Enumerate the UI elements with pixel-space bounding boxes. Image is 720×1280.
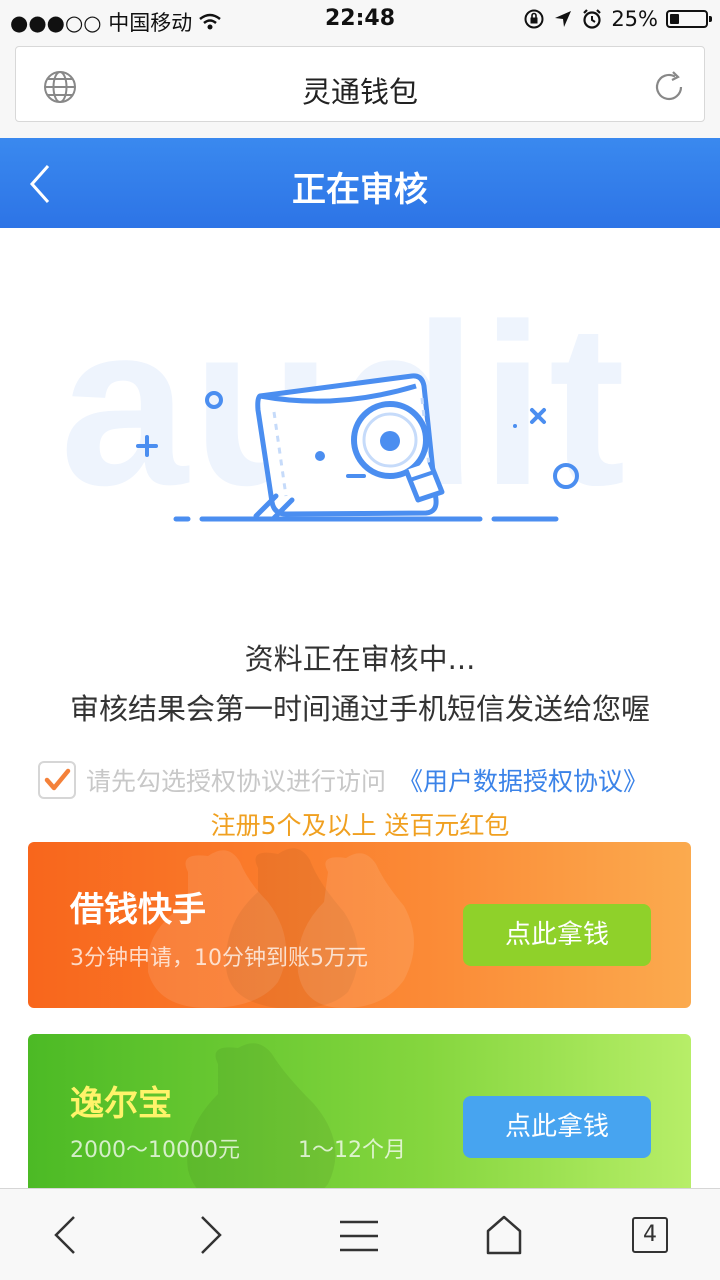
address-field[interactable]: 灵通钱包 bbox=[15, 46, 705, 122]
browser-bar: 灵通钱包 bbox=[0, 40, 720, 138]
battery-fill bbox=[670, 14, 679, 24]
rotation-lock-icon bbox=[524, 9, 544, 29]
audit-illustration: audit bbox=[60, 290, 660, 560]
get-money-button[interactable]: 点此拿钱 bbox=[463, 904, 651, 966]
browser-toolbar: 4 bbox=[0, 1188, 720, 1280]
battery-icon bbox=[666, 10, 712, 28]
card-term: 1～12个月 bbox=[298, 1138, 406, 1163]
reload-icon[interactable] bbox=[651, 69, 687, 105]
card-title: 逸尔宝 bbox=[70, 1084, 172, 1124]
tabs-button[interactable]: 4 bbox=[632, 1217, 668, 1253]
app-header: 正在审核 bbox=[0, 138, 720, 228]
get-money-button[interactable]: 点此拿钱 bbox=[463, 1096, 651, 1158]
promo-text: 注册5个及以上 送百元红包 bbox=[210, 811, 510, 840]
check-icon bbox=[44, 768, 71, 791]
alarm-icon bbox=[583, 9, 602, 29]
home-icon[interactable] bbox=[484, 1213, 524, 1255]
card-title: 借钱快手 bbox=[70, 890, 206, 930]
status-right: 25% bbox=[523, 7, 712, 31]
back-icon[interactable] bbox=[50, 1213, 80, 1257]
agreement-row: 请先勾选授权协议进行访问 《用户数据授权协议》 bbox=[38, 760, 688, 800]
wallet-magnifier-illustration bbox=[136, 373, 579, 522]
battery-percent: 25% bbox=[611, 7, 658, 31]
status-bar: ●●●○○ 中国移动 22:48 25% bbox=[0, 0, 720, 40]
agreement-text: 请先勾选授权协议进行访问 bbox=[86, 767, 387, 796]
menu-icon[interactable] bbox=[338, 1219, 380, 1253]
review-note-text: 审核结果会第一时间通过手机短信发送给您喔 bbox=[69, 692, 650, 726]
loan-card-2[interactable]: 逸尔宝 2000～10000元 1～12个月 点此拿钱 bbox=[28, 1034, 691, 1200]
header-title: 正在审核 bbox=[292, 170, 428, 210]
page-title: 灵通钱包 bbox=[301, 75, 418, 109]
card-amount: 2000～10000元 bbox=[70, 1138, 240, 1163]
review-status-text: 资料正在审核中... bbox=[244, 642, 476, 676]
loan-card-1[interactable]: 借钱快手 3分钟申请，10分钟到账5万元 点此拿钱 bbox=[28, 842, 691, 1008]
agreement-checkbox[interactable] bbox=[38, 761, 76, 799]
forward-icon[interactable] bbox=[196, 1213, 226, 1257]
yen-bag-icon bbox=[187, 1043, 336, 1200]
agreement-link[interactable]: 《用户数据授权协议》 bbox=[398, 762, 648, 798]
location-icon bbox=[555, 11, 572, 27]
card-desc: 3分钟申请，10分钟到账5万元 bbox=[70, 946, 368, 971]
